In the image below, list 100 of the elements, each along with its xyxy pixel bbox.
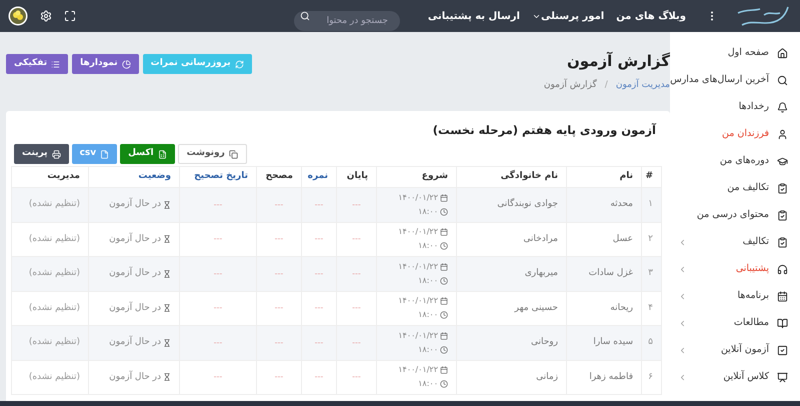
calendar-icon [440,194,448,202]
table-cell: ۴ [648,302,653,312]
clock-icon [440,380,448,388]
empty-cell: --- [274,268,284,278]
export-button[interactable]: اکسل [120,144,175,164]
search-icon [777,75,788,86]
export-button[interactable]: پرینت [14,144,69,164]
empty-cell: --- [274,200,284,209]
sidebar-item[interactable]: محتوای درسی من [696,208,769,223]
calendar-icon [440,297,448,306]
sidebar-item[interactable]: رخدادها [738,100,769,115]
sidebar-item[interactable]: برنامه‌ها [737,289,769,304]
hourglass-icon [163,200,171,209]
chevron-icon[interactable] [678,292,687,301]
sidebar-item[interactable]: کلاس آنلاین [723,370,769,385]
export-button[interactable]: رونوشت [178,144,247,164]
sidebar-item[interactable]: دوره‌های من [720,154,769,169]
printer-icon [52,150,61,158]
list-icon [51,60,60,68]
clock-icon [440,208,448,216]
column-header: نام [620,171,633,182]
nav-link[interactable]: وبلاگ های من [616,8,686,24]
start-time: ۱۸:۰۰ [418,309,438,322]
hourglass-icon [163,373,171,382]
column-header[interactable]: وضعیت [138,171,171,182]
checkbox-icon [777,345,788,356]
avatar-icon[interactable] [8,6,28,26]
search-icon[interactable] [300,11,310,21]
chevron-icon[interactable] [678,319,687,328]
empty-cell: --- [214,372,222,382]
column-header: مدیریت [47,171,80,182]
empty-cell: --- [352,303,361,312]
table-cell: سیده سارا [593,337,633,347]
clock-icon [440,242,448,250]
empty-cell: --- [352,268,361,278]
start-time: ۱۸:۰۰ [418,240,438,252]
start-date: ۱۴۰۰/۰۱/۲۲ [398,226,438,238]
fullscreen-icon[interactable] [64,10,76,22]
sidebar-item[interactable]: تکالیف من [727,181,769,196]
chevron-icon[interactable] [678,265,687,274]
hourglass-icon [163,270,171,278]
sidebar-item[interactable]: تکالیف [742,235,769,250]
empty-cell: --- [274,234,284,244]
nav-link[interactable]: ارسال به پشتیبانی [428,8,520,24]
clock-icon [440,311,448,320]
empty-cell: --- [214,338,222,347]
empty-cell: --- [352,200,361,209]
empty-cell: --- [314,303,324,312]
breadcrumb-item[interactable]: گزارش آزمون [544,79,597,92]
status-text: در حال آزمون [109,370,161,384]
sidebar-item[interactable]: آزمون آنلاین [720,343,769,358]
clipboard-icon [777,183,788,194]
action-button[interactable]: تفکیکی [6,54,68,74]
calendar-icon [777,291,788,302]
sidebar-item[interactable]: فرزندان من [722,127,769,142]
copy-icon [228,150,238,158]
status-text: در حال آزمون [109,198,161,211]
sidebar-item[interactable]: آخرین ارسال‌های مدارس [670,73,769,88]
pie-chart-icon [122,60,131,68]
table-cell: غزل سادات [588,268,633,278]
table-cell: ۵ [648,337,653,347]
search-field[interactable]: جستجو در محتوا [294,11,400,31]
empty-cell: --- [314,200,324,209]
empty-cell: --- [214,268,222,278]
table-cell: (تنظیم نشده) [28,372,80,382]
table-cell: زمانی [536,372,558,382]
nav-link[interactable]: امور پرسنلی [532,8,604,24]
empty-cell: --- [274,303,284,312]
table-cell: عسل [612,234,633,244]
chevron-icon[interactable] [678,373,687,382]
start-time: ۱۸:۰۰ [418,206,438,218]
column-header: نام خانوادگی [500,171,558,182]
hourglass-icon [163,338,171,347]
status-text: در حال آزمون [109,267,161,280]
status-text: در حال آزمون [109,302,161,314]
action-button[interactable]: نمودارها [72,54,139,74]
breadcrumb-separator: / [604,79,608,92]
settings-icon[interactable] [40,10,52,22]
sidebar-item[interactable]: مطالعات [734,316,769,331]
empty-cell: --- [314,372,324,382]
start-date: ۱۴۰۰/۰۱/۲۲ [398,295,438,308]
sidebar-item[interactable]: پشتیبانی [736,262,769,277]
chevron-icon[interactable] [678,346,687,355]
teacher-icon [777,372,788,383]
spreadsheet-icon [158,150,167,158]
chevron-icon[interactable] [678,238,687,247]
table-cell: میربهاری [524,268,558,278]
empty-cell: --- [214,303,222,312]
headset-icon [777,264,788,275]
empty-cell: --- [314,234,324,244]
empty-cell: --- [314,268,324,278]
clock-icon [440,346,448,354]
table-cell: ۶ [648,372,653,382]
refresh-icon [234,60,244,68]
sidebar-item[interactable]: صفحه اول [728,46,769,61]
table-cell: روحانی [530,337,558,347]
book-icon [777,318,788,329]
graduation-cap-icon [777,156,788,167]
page-title: گزارش آزمون [566,54,670,69]
table-cell: (تنظیم نشده) [28,199,80,209]
